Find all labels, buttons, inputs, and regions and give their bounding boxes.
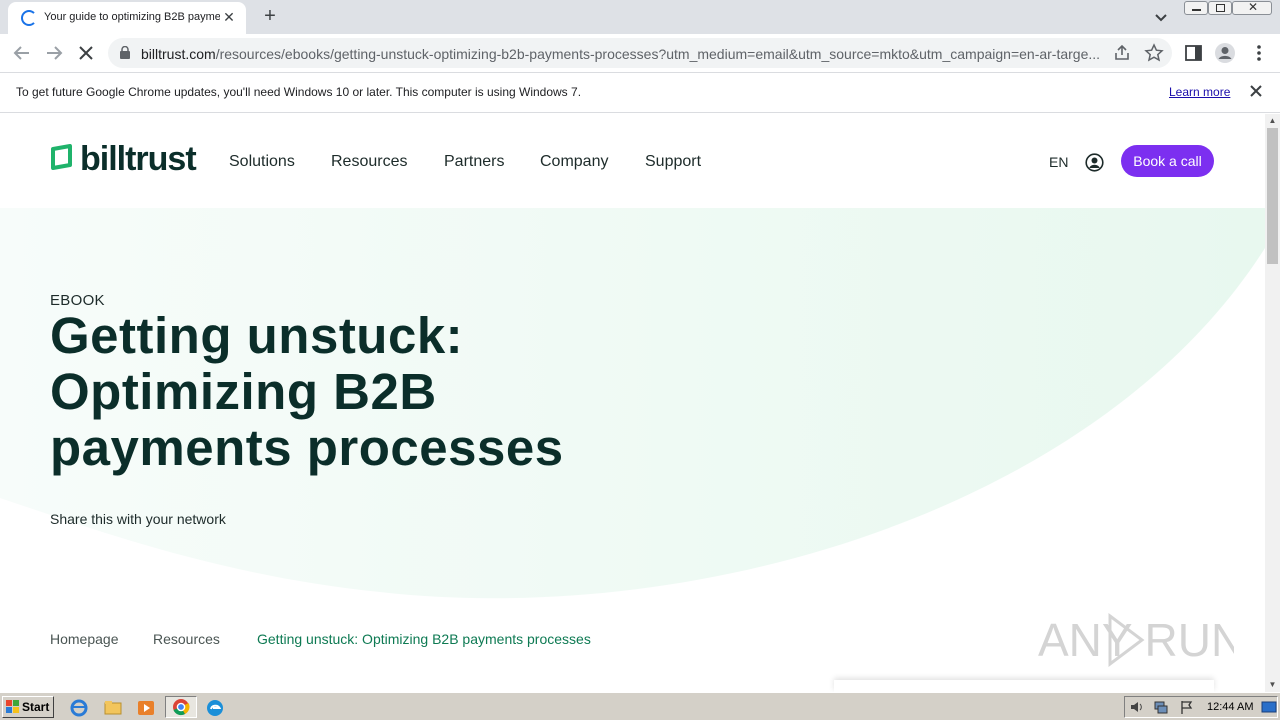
chrome-taskbar-button[interactable]: [165, 696, 197, 718]
volume-icon[interactable]: [1129, 699, 1145, 715]
share-label: Share this with your network: [50, 511, 226, 527]
language-selector[interactable]: EN: [1049, 154, 1068, 170]
infobar-message: To get future Google Chrome updates, you…: [16, 85, 582, 99]
book-a-call-button[interactable]: Book a call: [1121, 145, 1214, 177]
tab-title: Your guide to optimizing B2B payments pr…: [44, 11, 220, 23]
breadcrumb-homepage[interactable]: Homepage: [50, 631, 119, 647]
bookmark-star-icon[interactable]: [1144, 43, 1164, 63]
breadcrumb-current: Getting unstuck: Optimizing B2B payments…: [257, 631, 591, 647]
back-arrow-icon[interactable]: [10, 41, 34, 65]
scroll-up-icon[interactable]: ▲: [1265, 114, 1280, 128]
browser-tab[interactable]: Your guide to optimizing B2B payments pr…: [8, 2, 246, 34]
side-panel-icon[interactable]: [1183, 42, 1205, 64]
page-title-line: payments processes: [50, 419, 564, 476]
more-menu-icon[interactable]: [1248, 42, 1270, 64]
system-tray: [1124, 696, 1278, 718]
show-desktop-icon[interactable]: [1261, 699, 1277, 715]
anyrun-watermark: ANY RUN: [1038, 613, 1234, 667]
billtrust-logo[interactable]: billtrust: [50, 140, 210, 178]
infobar-close-icon[interactable]: [1248, 83, 1264, 99]
chrome-icon: [173, 699, 190, 716]
profile-icon[interactable]: [1214, 42, 1236, 64]
stop-loading-icon[interactable]: [74, 41, 98, 65]
update-infobar: To get future Google Chrome updates, you…: [0, 72, 1280, 113]
scroll-thumb[interactable]: [1267, 128, 1278, 264]
windows-taskbar: Start 12:44 AM: [0, 692, 1280, 720]
taskbar-clock[interactable]: 12:44 AM: [1207, 701, 1253, 713]
internet-explorer-icon[interactable]: [70, 699, 88, 717]
logo-text: billtrust: [80, 140, 197, 178]
tab-strip: Your guide to optimizing B2B payments pr…: [0, 0, 1280, 34]
web-page: billtrust Solutions Resources Partners C…: [0, 114, 1265, 692]
breadcrumb-resources[interactable]: Resources: [153, 631, 220, 647]
browser-toolbar: billtrust.com/resources/ebooks/getting-u…: [0, 34, 1280, 72]
url-text[interactable]: billtrust.com/resources/ebooks/getting-u…: [141, 46, 1111, 62]
restore-button[interactable]: [1208, 1, 1232, 15]
page-title-line: Optimizing B2B: [50, 363, 437, 420]
nav-resources[interactable]: Resources: [331, 153, 407, 171]
action-center-flag-icon[interactable]: [1179, 699, 1195, 715]
account-icon[interactable]: [1085, 153, 1104, 172]
start-button[interactable]: Start: [2, 696, 54, 718]
form-card: [834, 680, 1214, 692]
screen: Your guide to optimizing B2B payments pr…: [0, 0, 1280, 720]
network-icon[interactable]: [1153, 699, 1169, 715]
window-close-button[interactable]: ✕: [1232, 0, 1272, 15]
edge-icon[interactable]: [206, 699, 224, 717]
share-icon[interactable]: [1112, 43, 1132, 63]
windows-flag-icon: [6, 700, 19, 713]
nav-company[interactable]: Company: [540, 153, 608, 171]
new-tab-button[interactable]: +: [258, 5, 282, 29]
minimize-button[interactable]: [1184, 1, 1208, 15]
nav-partners[interactable]: Partners: [444, 153, 504, 171]
page-scrollbar[interactable]: ▲ ▼: [1265, 114, 1280, 692]
nav-solutions[interactable]: Solutions: [229, 153, 295, 171]
scroll-down-icon[interactable]: ▼: [1265, 678, 1280, 692]
page-title: Getting unstuck: Optimizing B2B payments…: [50, 308, 690, 476]
tab-close-icon[interactable]: ✕: [220, 8, 238, 26]
lock-icon[interactable]: [120, 46, 130, 59]
media-player-icon[interactable]: [137, 699, 155, 717]
file-explorer-icon[interactable]: [104, 699, 122, 717]
nav-support[interactable]: Support: [645, 153, 701, 171]
tab-search-icon[interactable]: [1150, 6, 1172, 28]
start-label: Start: [22, 700, 50, 714]
loading-spinner-icon: [21, 10, 37, 26]
address-bar[interactable]: billtrust.com/resources/ebooks/getting-u…: [108, 38, 1172, 68]
watermark-text: ANY RUN: [1038, 614, 1234, 666]
forward-arrow-icon[interactable]: [42, 41, 66, 65]
learn-more-link[interactable]: Learn more: [1169, 85, 1230, 99]
logo-mark-icon: [51, 144, 72, 170]
page-title-line: Getting unstuck:: [50, 307, 464, 364]
